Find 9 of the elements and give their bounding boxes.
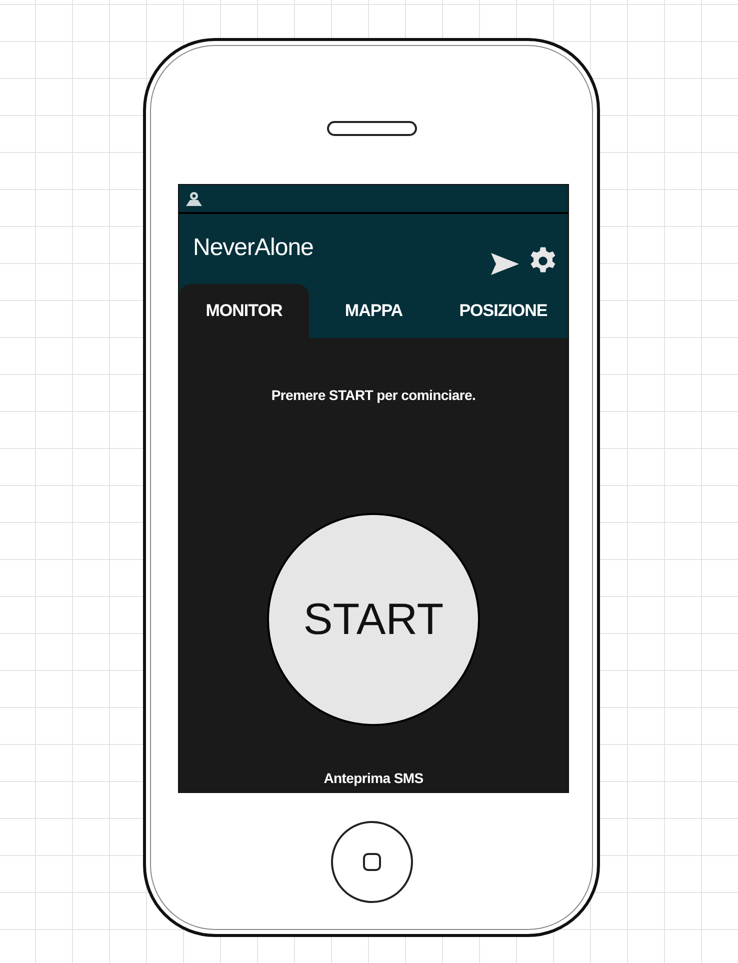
start-button[interactable]: START	[267, 513, 480, 726]
home-square-icon	[362, 852, 382, 872]
send-icon[interactable]	[490, 252, 520, 276]
home-button[interactable]	[330, 821, 412, 903]
tab[interactable]: MONITOR	[179, 284, 309, 338]
app-title: NeverAlone	[193, 233, 314, 263]
sms-preview-link[interactable]: Anteprima SMS	[324, 768, 424, 789]
user-location-icon	[185, 190, 203, 207]
instruction-text: Premere START per cominciare.	[271, 386, 476, 405]
